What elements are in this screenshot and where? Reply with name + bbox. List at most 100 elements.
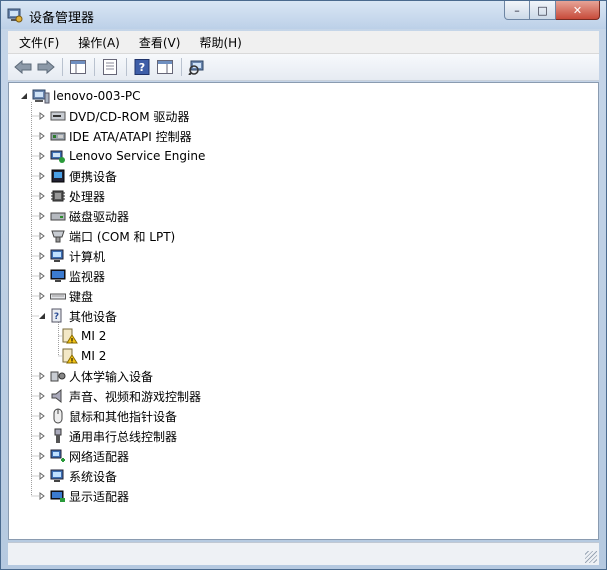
tree-category[interactable]: 便携设备	[37, 166, 117, 186]
window-controls: – □ ✕	[504, 1, 600, 21]
tree-device-label: MI 2	[81, 349, 107, 363]
tree-category[interactable]: 鼠标和其他指针设备	[37, 406, 177, 426]
lenovo-service-icon	[50, 148, 66, 164]
expand-arrow-icon[interactable]	[37, 186, 47, 206]
usb-icon	[50, 428, 66, 444]
tree-category[interactable]: 处理器	[37, 186, 105, 206]
menu-view[interactable]: 查看(V)	[131, 34, 189, 51]
expand-arrow-icon[interactable]	[37, 166, 47, 186]
computer-root-icon	[32, 88, 50, 104]
toolbar-separator	[94, 58, 95, 76]
tree-category[interactable]: 键盘	[37, 286, 93, 306]
tree-device[interactable]: MI 2	[59, 326, 106, 346]
tree-category[interactable]: 显示适配器	[37, 486, 129, 506]
display-adapter-icon	[50, 488, 66, 504]
tree-category[interactable]: 通用串行总线控制器	[37, 426, 177, 446]
menu-file[interactable]: 文件(F)	[11, 34, 67, 51]
expand-arrow-icon[interactable]	[37, 226, 47, 246]
port-icon	[50, 228, 66, 244]
tree-category-label: 系统设备	[69, 469, 118, 484]
tree-category[interactable]: 系统设备	[37, 466, 117, 486]
title-bar[interactable]: 设备管理器 – □ ✕	[1, 1, 606, 29]
tree-category[interactable]: 网络适配器	[37, 446, 129, 466]
expand-arrow-icon[interactable]	[37, 106, 47, 126]
svg-text:?: ?	[54, 312, 59, 322]
tree-category-label: 显示适配器	[69, 489, 130, 504]
tree-category[interactable]: IDE ATA/ATAPI 控制器	[37, 126, 192, 146]
tree-category-label: DVD/CD-ROM 驱动器	[69, 109, 190, 124]
minimize-icon: –	[514, 3, 520, 17]
tree-category[interactable]: 磁盘驱动器	[37, 206, 129, 226]
collapse-arrow-icon[interactable]	[19, 86, 29, 106]
tree-category[interactable]: 端口 (COM 和 LPT)	[37, 226, 175, 246]
help-book-icon: ?	[134, 59, 150, 75]
tree-category-label: 通用串行总线控制器	[69, 429, 178, 444]
collapse-arrow-icon[interactable]	[37, 306, 47, 326]
tree-category[interactable]: 人体学输入设备	[37, 366, 153, 386]
tree-root[interactable]: lenovo-003-PC	[19, 86, 141, 106]
expand-arrow-icon[interactable]	[37, 366, 47, 386]
expand-arrow-icon[interactable]	[37, 466, 47, 486]
properties-button[interactable]	[99, 57, 121, 77]
tree-device-label: MI 2	[81, 329, 107, 343]
toolbar: ?	[8, 54, 599, 81]
tree-category[interactable]: ? 其他设备	[37, 306, 117, 326]
tree-category-label: 处理器	[69, 189, 106, 204]
expand-arrow-icon[interactable]	[37, 286, 47, 306]
show-action-pane-button[interactable]	[154, 57, 176, 77]
expand-arrow-icon[interactable]	[37, 406, 47, 426]
portable-device-icon	[50, 168, 66, 184]
network-adapter-icon	[50, 448, 66, 464]
back-button[interactable]	[12, 57, 34, 77]
tree-category-label: 计算机	[69, 249, 106, 264]
forward-button[interactable]	[35, 57, 57, 77]
expand-arrow-icon[interactable]	[37, 426, 47, 446]
hid-icon	[50, 368, 66, 384]
menu-bar: 文件(F) 操作(A) 查看(V) 帮助(H)	[8, 31, 599, 54]
monitor-icon	[50, 268, 66, 284]
expand-arrow-icon[interactable]	[37, 206, 47, 226]
tree-category[interactable]: 计算机	[37, 246, 105, 266]
tree-category-label: 声音、视频和游戏控制器	[69, 389, 202, 404]
tree-category-label: IDE ATA/ATAPI 控制器	[69, 129, 192, 144]
help-button[interactable]: ?	[131, 57, 153, 77]
expand-arrow-icon[interactable]	[37, 146, 47, 166]
tree-device[interactable]: MI 2	[59, 346, 106, 366]
tree-category-label: 其他设备	[69, 309, 118, 324]
computer-name-label: lenovo-003-PC	[53, 89, 141, 103]
scan-hardware-icon	[188, 60, 204, 75]
expand-arrow-icon[interactable]	[37, 126, 47, 146]
tree-category[interactable]: 监视器	[37, 266, 105, 286]
processor-icon	[50, 188, 66, 204]
device-tree-pane[interactable]: lenovo-003-PC DVD/CD-ROM 驱动器 IDE ATA/ATAP…	[8, 82, 599, 540]
expand-arrow-icon[interactable]	[37, 446, 47, 466]
tree-category[interactable]: 声音、视频和游戏控制器	[37, 386, 201, 406]
menu-action[interactable]: 操作(A)	[70, 34, 128, 51]
menu-help[interactable]: 帮助(H)	[191, 34, 249, 51]
maximize-button[interactable]: □	[530, 1, 556, 20]
expand-arrow-icon[interactable]	[37, 246, 47, 266]
minimize-button[interactable]: –	[504, 1, 530, 20]
expand-arrow-icon[interactable]	[37, 486, 47, 506]
dvd-drive-icon	[50, 108, 66, 124]
tree-category-label: 鼠标和其他指针设备	[69, 409, 178, 424]
expand-arrow-icon[interactable]	[37, 266, 47, 286]
close-button[interactable]: ✕	[556, 1, 600, 20]
toolbar-separator	[62, 58, 63, 76]
speaker-icon	[50, 388, 66, 404]
console-tree-icon	[70, 60, 86, 74]
tree-category-label: 磁盘驱动器	[69, 209, 130, 224]
resize-grip[interactable]	[585, 551, 597, 563]
tree-category[interactable]: DVD/CD-ROM 驱动器	[37, 106, 189, 126]
scan-hardware-changes-button[interactable]	[186, 57, 208, 77]
tree-category[interactable]: Lenovo Service Engine	[37, 146, 205, 166]
maximize-icon: □	[537, 3, 548, 17]
tree-category-label: 网络适配器	[69, 449, 130, 464]
status-bar	[8, 542, 599, 565]
expand-arrow-icon[interactable]	[37, 386, 47, 406]
back-arrow-icon	[14, 60, 32, 74]
show-hide-console-tree-button[interactable]	[67, 57, 89, 77]
device-manager-app-icon	[7, 7, 23, 23]
disk-drive-icon	[50, 208, 66, 224]
computer-icon	[50, 248, 66, 264]
